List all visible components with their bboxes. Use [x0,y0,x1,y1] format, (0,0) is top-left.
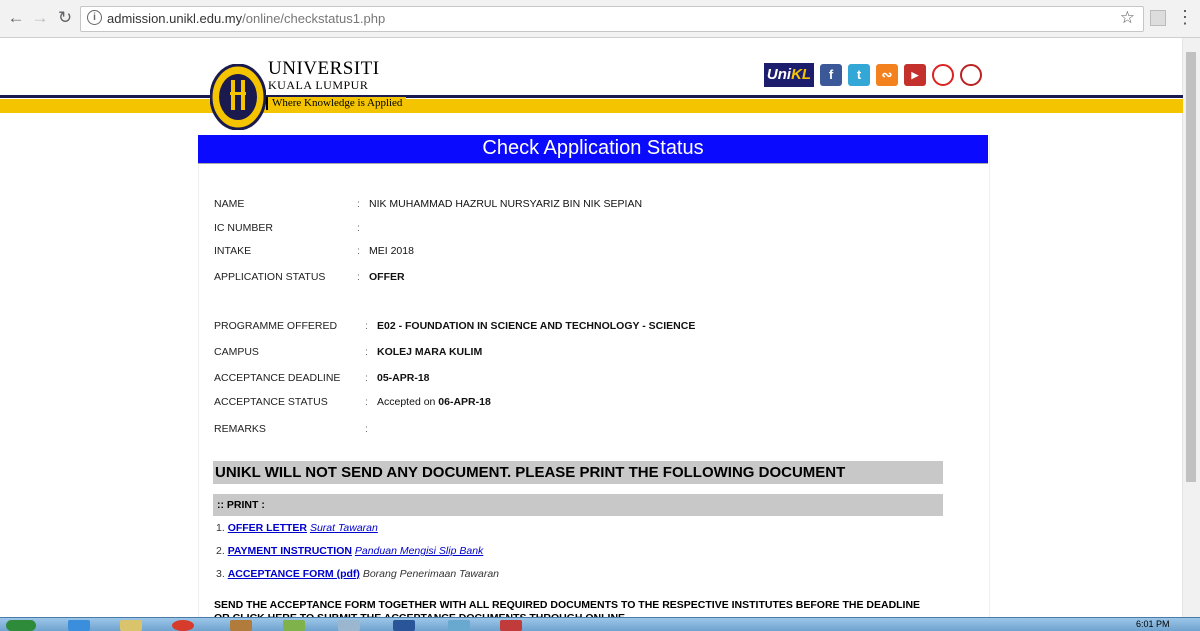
offer-letter-link[interactable]: OFFER LETTER [228,522,307,534]
colon: : [365,372,368,384]
field-value-intake: MEI 2018 [369,245,414,257]
field-value-acceptance-deadline: 05-APR-18 [377,372,430,384]
info-icon[interactable]: i [87,10,102,25]
notice-banner: UNIKL WILL NOT SEND ANY DOCUMENT. PLEASE… [213,461,943,484]
document-item-3: 3. ACCEPTANCE FORM (pdf) Borang Penerima… [216,568,499,580]
chrome-icon[interactable] [172,620,194,631]
rss-icon[interactable]: ∾ [876,64,898,86]
instruction-text: SEND THE ACCEPTANCE FORM TOGETHER WITH A… [214,599,921,611]
field-label-name: NAME [214,198,245,210]
system-clock[interactable]: 6:01 PM [1136,619,1170,629]
header-stripe-gold [0,99,1183,113]
colon: : [357,222,360,234]
field-value-name: NIK MUHAMMAD HAZRUL NURSYARIZ BIN NIK SE… [369,198,643,210]
unikl-logo-uni: Uni [766,66,792,83]
seal-icon[interactable] [960,64,982,86]
scrollbar-thumb[interactable] [1186,52,1196,482]
star-icon[interactable]: ☆ [1120,8,1135,28]
acceptance-form-desc: Borang Penerimaan Tawaran [362,568,500,580]
document-number: 3. [216,568,225,580]
back-arrow-icon[interactable]: ← [6,8,26,28]
field-label-application-status: APPLICATION STATUS [214,271,326,283]
acceptance-status-prefix: Accepted on [377,396,439,408]
document-number: 1. [216,522,225,534]
youtube-icon[interactable]: ▶ [904,64,926,86]
acceptance-form-link[interactable]: ACCEPTANCE FORM (pdf) [228,568,360,580]
document-item-2: 2. PAYMENT INSTRUCTION Panduan Mengisi S… [216,545,483,557]
document-number: 2. [216,545,225,557]
url-text: admission.unikl.edu.my/online/checkstatu… [107,11,385,26]
field-label-intake: INTAKE [214,245,252,257]
field-label-acceptance-status: ACCEPTANCE STATUS [214,396,328,408]
field-label-ic-number: IC NUMBER [214,222,273,234]
university-crest-icon [210,64,266,130]
header-stripe-navy [0,95,1183,98]
start-button[interactable] [6,620,36,631]
payment-instruction-link[interactable]: PAYMENT INSTRUCTION [228,545,352,557]
app-icon[interactable] [230,620,252,631]
payment-instruction-desc[interactable]: Panduan Mengisi Slip Bank [355,545,483,557]
document-item-1: 1. OFFER LETTER Surat Tawaran [216,522,378,534]
colon: : [365,320,368,332]
colon: : [365,396,368,408]
reload-icon[interactable]: ↻ [55,8,75,28]
address-bar[interactable]: i admission.unikl.edu.my/online/checksta… [80,6,1144,32]
menu-icon[interactable]: ⋮ [1176,6,1194,28]
unikl-logo-icon[interactable]: UniKL [764,63,814,87]
word-icon[interactable] [393,620,415,631]
field-value-programme: E02 - FOUNDATION IN SCIENCE AND TECHNOLO… [377,320,696,332]
colon: : [357,245,360,257]
url-host: admission.unikl.edu.my [107,11,243,26]
print-header: :: PRINT : [213,494,943,516]
browser-toolbar: ← → ↻ i admission.unikl.edu.my/online/ch… [0,0,1200,38]
field-value-campus: KOLEJ MARA KULIM [377,346,483,358]
colon: : [365,346,368,358]
colon: : [357,271,360,283]
app-icon[interactable] [500,620,522,631]
explorer-icon[interactable] [120,620,142,631]
url-path: /online/checkstatus1.php [242,11,386,26]
field-label-remarks: REMARKS [214,423,266,435]
field-label-programme: PROGRAMME OFFERED [214,320,338,332]
forward-arrow-icon[interactable]: → [30,8,50,28]
acceptance-status-date: 06-APR-18 [438,396,491,408]
brand-line2: KUALA LUMPUR [268,78,369,92]
field-value-acceptance-status: Accepted on 06-APR-18 [377,396,491,408]
brand-text: UNIVERSITI KUALA LUMPUR [268,58,380,92]
unikl-logo-kl: KL [791,66,812,83]
field-label-acceptance-deadline: ACCEPTANCE DEADLINE [214,372,341,384]
app-icon[interactable] [338,620,360,631]
partner-logo-icon[interactable] [932,64,954,86]
app-icon[interactable] [283,620,305,631]
os-taskbar [0,617,1200,631]
brand-line1: UNIVERSITI [268,58,380,79]
offer-letter-desc[interactable]: Surat Tawaran [310,522,378,534]
ie-icon[interactable] [68,620,90,631]
app-icon[interactable] [448,620,470,631]
colon: : [357,198,360,210]
page-title: Check Application Status [198,135,988,164]
field-label-campus: CAMPUS [214,346,259,358]
tagline: Where Knowledge is Applied [266,97,407,110]
colon: : [365,423,368,435]
page-scrollbar[interactable] [1182,38,1200,618]
field-value-application-status: OFFER [369,271,405,283]
facebook-icon[interactable]: f [820,64,842,86]
social-links: UniKL f t ∾ ▶ [764,63,982,87]
twitter-icon[interactable]: t [848,64,870,86]
extension-icon[interactable] [1150,10,1166,26]
